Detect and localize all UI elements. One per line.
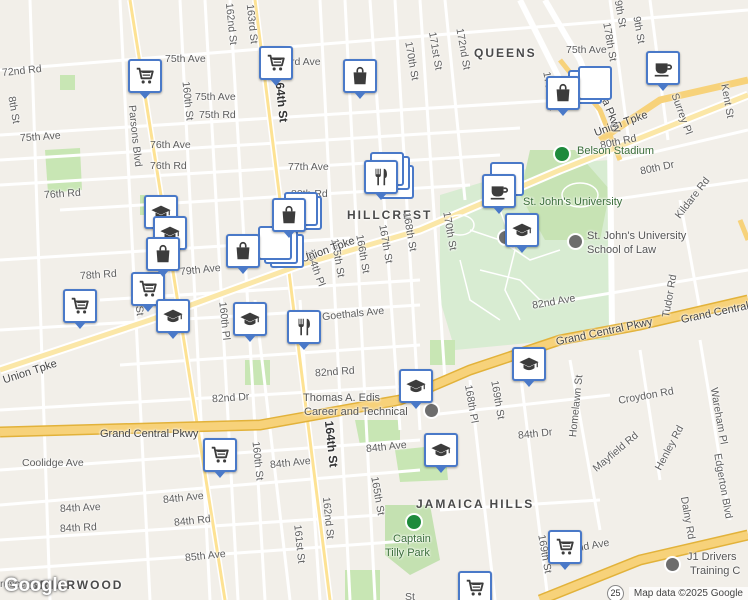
cafe-marker[interactable] — [482, 174, 516, 214]
street-84th-rd-a: 84th Rd — [59, 521, 98, 535]
store-marker[interactable] — [226, 234, 260, 274]
map-attribution: Map data ©2025 Google — [628, 587, 748, 600]
street-coolidge-ave: Coolidge Ave — [22, 457, 84, 469]
utensils-icon — [293, 316, 315, 338]
graduation-cap-icon — [518, 353, 540, 375]
area-label-jamaica-hills: JAMAICA HILLS — [416, 497, 535, 511]
supermarket-marker[interactable] — [203, 438, 237, 478]
graduation-cap-icon — [430, 439, 452, 461]
coffee-cup-icon — [652, 57, 674, 79]
street-76th-rd-b: 76th Rd — [150, 160, 187, 172]
school-marker[interactable] — [505, 213, 539, 253]
restaurant-marker[interactable] — [287, 310, 321, 350]
utensils-icon — [370, 166, 392, 188]
store-marker[interactable] — [146, 237, 180, 277]
street-75th-ave-b: 75th Ave — [195, 91, 236, 103]
street-75th-ave-a: 75th Ave — [165, 53, 206, 65]
street-76th-ave: 76th Ave — [150, 139, 191, 151]
street-75th-ave-e: 75th Ave — [566, 44, 607, 56]
supermarket-marker[interactable] — [63, 289, 97, 329]
st-johns-law-pin[interactable] — [567, 233, 584, 250]
street-76th-rd-a: 76th Rd — [43, 186, 82, 202]
area-label-queens: QUEENS — [474, 46, 537, 60]
poi-st-johns-law-line-1[interactable]: St. John's University — [587, 230, 686, 242]
street-77th-ave: 77th Ave — [288, 161, 329, 173]
map-canvas[interactable]: QUEENS HILLCREST JAMAICA HILLS BRIARWOOD… — [0, 0, 748, 600]
graduation-cap-icon — [405, 375, 427, 397]
supermarket-marker[interactable] — [548, 530, 582, 570]
poi-tilly-park-line-2[interactable]: Tilly Park — [385, 547, 430, 559]
school-marker[interactable] — [424, 433, 458, 473]
graduation-cap-icon — [162, 305, 184, 327]
poi-st-johns-law-line-2[interactable]: School of Law — [587, 244, 656, 256]
store-marker[interactable] — [546, 76, 580, 116]
graduation-cap-icon — [239, 308, 261, 330]
school-marker[interactable] — [512, 347, 546, 387]
poi-j1-line-1[interactable]: J1 Drivers — [687, 551, 737, 563]
poi-st-johns-university[interactable]: St. John's University — [523, 196, 622, 208]
supermarket-marker[interactable] — [259, 46, 293, 86]
shopping-bag-icon — [152, 243, 174, 265]
street-fragment-st: St — [405, 591, 415, 600]
coffee-cup-icon — [488, 180, 510, 202]
hwy-grand-central-pkwy-w: Grand Central Pkwy — [100, 428, 199, 440]
poi-j1-line-2[interactable]: Training C — [690, 565, 740, 577]
shopping-cart-icon — [137, 278, 159, 300]
belson-stadium-pin[interactable] — [553, 145, 571, 163]
street-third-ave: rd Ave — [291, 56, 321, 68]
street-84th-ave-d: 84th Ave — [59, 500, 101, 516]
edison-school-pin[interactable] — [423, 402, 440, 419]
poi-tilly-park-line-1[interactable]: Captain — [393, 533, 431, 545]
tilly-park-pin[interactable] — [405, 513, 423, 531]
marker-cluster-backplate — [578, 66, 612, 100]
shopping-bag-icon — [349, 65, 371, 87]
street-78th-rd: 78th Rd — [79, 267, 118, 283]
route-25-shield: 25 — [607, 585, 624, 600]
shopping-cart-icon — [464, 577, 486, 599]
shopping-cart-icon — [265, 52, 287, 74]
graduation-cap-icon — [511, 219, 533, 241]
poi-belson-stadium[interactable]: Belson Stadium — [577, 145, 654, 157]
shopping-bag-icon — [552, 82, 574, 104]
shopping-cart-icon — [134, 65, 156, 87]
shopping-bag-icon — [232, 240, 254, 262]
shopping-cart-icon — [209, 444, 231, 466]
street-75th-rd: 75th Rd — [199, 109, 236, 121]
supermarket-marker[interactable] — [458, 571, 492, 600]
supermarket-marker[interactable] — [128, 59, 162, 99]
shopping-bag-icon — [278, 204, 300, 226]
school-marker[interactable] — [399, 369, 433, 409]
cafe-marker[interactable] — [646, 51, 680, 91]
restaurant-marker[interactable] — [364, 160, 398, 200]
school-marker[interactable] — [156, 299, 190, 339]
area-label-hillcrest: HILLCREST — [347, 208, 433, 222]
shopping-cart-icon — [69, 295, 91, 317]
j1-drivers-pin[interactable] — [664, 556, 681, 573]
park-small-7 — [245, 360, 270, 385]
google-logo: Google — [4, 575, 68, 596]
shopping-cart-icon — [554, 536, 576, 558]
store-marker[interactable] — [343, 59, 377, 99]
park-small-4 — [60, 75, 75, 90]
store-marker[interactable] — [272, 198, 306, 238]
school-marker[interactable] — [233, 302, 267, 342]
poi-edison-line-2[interactable]: Career and Technical — [304, 406, 408, 418]
poi-edison-line-1[interactable]: Thomas A. Edis — [303, 392, 380, 404]
